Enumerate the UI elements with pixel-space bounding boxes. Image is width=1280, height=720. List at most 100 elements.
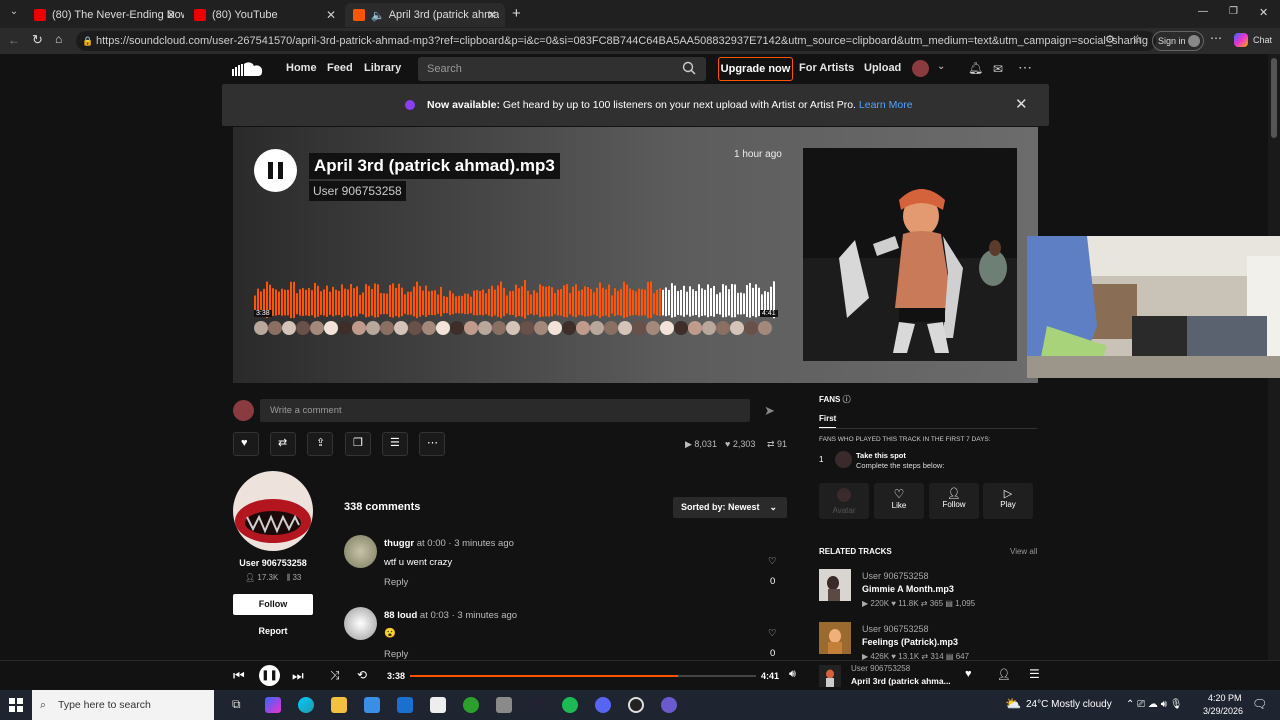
artist-avatar[interactable] — [233, 471, 313, 551]
comment-user[interactable]: thuggr — [384, 538, 414, 549]
browser-tab-active[interactable]: 🔈 April 3rd (patrick ahmad).mp3 ✕ — [345, 3, 505, 27]
app-icon[interactable] — [661, 697, 677, 713]
close-tab-icon[interactable]: ✕ — [487, 8, 497, 22]
comment-avatar-marker[interactable] — [380, 321, 394, 335]
notepad-icon[interactable] — [430, 697, 446, 713]
weather-label[interactable]: 24°C Mostly cloudy — [1026, 699, 1112, 710]
comment-avatar-marker[interactable] — [338, 321, 352, 335]
progress-track[interactable] — [410, 675, 756, 677]
previous-icon[interactable]: ⏮︎ — [233, 668, 245, 684]
reply-button[interactable]: Reply — [384, 649, 408, 660]
obs-icon[interactable] — [628, 697, 644, 713]
pause-button[interactable] — [254, 149, 297, 192]
comment-avatar-marker[interactable] — [254, 321, 268, 335]
nav-home[interactable]: Home — [286, 62, 317, 74]
search-icon[interactable] — [682, 61, 696, 75]
artist-name[interactable]: User 906753258 — [233, 558, 313, 568]
related-art[interactable] — [819, 569, 851, 601]
copilot-taskbar-icon[interactable] — [265, 697, 281, 713]
comment-avatar-marker[interactable] — [282, 321, 296, 335]
edge-icon[interactable] — [298, 697, 314, 713]
comment-avatar-marker[interactable] — [492, 321, 506, 335]
store-icon[interactable] — [364, 697, 380, 713]
extensions-icon[interactable]: ⚙ — [1105, 33, 1115, 46]
taskbar-search-box[interactable]: ⌕ Type here to search — [32, 690, 214, 720]
comment-avatar-marker[interactable] — [646, 321, 660, 335]
comment-input[interactable]: Write a comment — [260, 399, 750, 422]
comment-avatar-marker[interactable] — [352, 321, 366, 335]
signin-button[interactable]: Sign in — [1152, 31, 1204, 51]
close-tab-icon[interactable]: ✕ — [326, 8, 336, 22]
comment-avatar[interactable] — [344, 535, 377, 568]
back-icon[interactable]: ← — [8, 33, 20, 47]
notifications-icon[interactable]: 🗨︎ — [1252, 697, 1267, 711]
mail-icon[interactable]: ✉ — [993, 62, 1003, 76]
comment-avatar-marker[interactable] — [464, 321, 478, 335]
track-user[interactable]: User 906753258 — [309, 181, 406, 201]
minimize-icon[interactable]: — — [1198, 6, 1208, 17]
comment-avatar-marker[interactable] — [268, 321, 282, 335]
comment-user[interactable]: 88 loud — [384, 610, 417, 621]
comment-avatar-marker[interactable] — [422, 321, 436, 335]
comment-avatar-marker[interactable] — [604, 321, 618, 335]
reply-button[interactable]: Reply — [384, 577, 408, 588]
related-user[interactable]: User 906753258 — [862, 624, 929, 634]
share-button[interactable]: ⇪ — [307, 432, 333, 456]
waveform[interactable] — [254, 273, 776, 323]
spotify-icon[interactable] — [562, 697, 578, 713]
banner-learn-more-link[interactable]: Learn More — [859, 99, 913, 111]
comment-avatars-strip[interactable] — [254, 320, 776, 336]
file-explorer-icon[interactable] — [331, 697, 347, 713]
comment-avatar-marker[interactable] — [576, 321, 590, 335]
nav-upload[interactable]: Upload — [864, 62, 901, 74]
comment-like-icon[interactable]: ♡ — [768, 628, 777, 639]
related-title[interactable]: Gimmie A Month.mp3 — [862, 584, 954, 594]
artist-tracks[interactable]: 33 — [292, 573, 301, 582]
related-title[interactable]: Feelings (Patrick).mp3 — [862, 637, 958, 647]
comment-avatar-marker[interactable] — [660, 321, 674, 335]
more-options-icon[interactable]: ⋯ — [1018, 59, 1032, 76]
comment-avatar-marker[interactable] — [702, 321, 716, 335]
fans-tab-first[interactable]: First — [819, 414, 836, 428]
artist-followers[interactable]: 17.3K — [257, 573, 278, 582]
clock-time[interactable]: 4:20 PM — [1208, 693, 1242, 703]
outlook-icon[interactable] — [397, 697, 413, 713]
fan-step-play[interactable]: ▷ Play — [983, 483, 1033, 519]
comment-avatar-marker[interactable] — [730, 321, 744, 335]
comment-avatar-marker[interactable] — [548, 321, 562, 335]
more-icon[interactable]: ⋯ — [1210, 31, 1222, 45]
comment-avatar-marker[interactable] — [632, 321, 646, 335]
comment-avatar-marker[interactable] — [436, 321, 450, 335]
shield-icon[interactable] — [496, 697, 512, 713]
add-to-playlist-button[interactable]: ☰ — [382, 432, 408, 456]
new-tab-button[interactable]: + — [512, 5, 521, 22]
browser-tab-1[interactable]: (80) The Never-Ending Downfall o ✕ — [26, 3, 184, 27]
comment-avatar[interactable] — [344, 607, 377, 640]
tray-icons[interactable]: ⌃ ⎚ ☁ 🔊︎ 🎙︎ — [1126, 699, 1183, 710]
like-button[interactable]: ♥ — [233, 432, 259, 456]
clock-date[interactable]: 3/29/2026 — [1203, 706, 1243, 716]
windows-start-icon[interactable] — [9, 698, 23, 712]
nav-library[interactable]: Library — [364, 62, 401, 74]
upgrade-button[interactable]: Upgrade now — [718, 57, 793, 81]
comment-avatar-marker[interactable] — [450, 321, 464, 335]
fan-step-like[interactable]: ♡ Like — [874, 483, 924, 519]
comment-timestamp[interactable]: 0:00 — [427, 538, 446, 549]
sort-dropdown[interactable]: Sorted by: Newest ⌄ — [673, 497, 787, 518]
soundcloud-logo[interactable] — [232, 61, 264, 77]
comment-avatar-marker[interactable] — [590, 321, 604, 335]
comment-avatar-marker[interactable] — [520, 321, 534, 335]
send-comment-icon[interactable]: ➤ — [764, 403, 775, 419]
comment-avatar-marker[interactable] — [408, 321, 422, 335]
related-art[interactable] — [819, 622, 851, 654]
close-banner-icon[interactable]: ✕ — [1015, 84, 1028, 126]
nav-for-artists[interactable]: For Artists — [799, 62, 854, 74]
refresh-icon[interactable]: ↻ — [32, 32, 43, 48]
url-field[interactable]: 🔒 https://soundcloud.com/user-267541570/… — [76, 31, 1156, 51]
comment-avatar-marker[interactable] — [324, 321, 338, 335]
comment-avatar-marker[interactable] — [744, 321, 758, 335]
related-user[interactable]: User 906753258 — [862, 571, 929, 581]
discord-icon[interactable] — [595, 697, 611, 713]
media-player-icon[interactable] — [529, 697, 545, 713]
comment-avatar-marker[interactable] — [310, 321, 324, 335]
